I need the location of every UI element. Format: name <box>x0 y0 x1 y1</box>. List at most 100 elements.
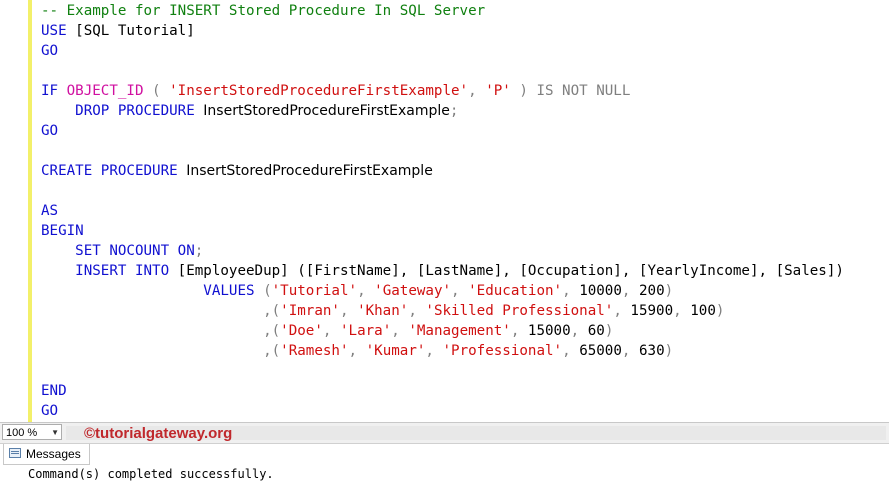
code-token: 'Lara' <box>339 323 392 339</box>
code-line[interactable]: CREATE PROCEDURE InsertStoredProcedureFi… <box>41 161 844 181</box>
code-token: , <box>570 323 588 339</box>
sql-code[interactable]: -- Example for INSERT Stored Procedure I… <box>41 1 844 421</box>
code-token: 60 <box>587 323 605 339</box>
code-token: 10000 <box>579 283 622 299</box>
code-token: , <box>391 323 409 339</box>
code-token: 'Kumar' <box>365 343 426 359</box>
code-token: ) <box>604 323 614 339</box>
code-token: BEGIN <box>41 223 84 239</box>
code-token: , <box>451 283 469 299</box>
code-token: 'Education' <box>468 283 563 299</box>
code-line[interactable]: ,('Imran', 'Khan', 'Skilled Professional… <box>41 301 844 321</box>
code-token: , <box>348 343 366 359</box>
chevron-down-icon: ▼ <box>51 428 59 437</box>
code-token: , <box>621 283 639 299</box>
zoom-value: 100 % <box>6 427 38 439</box>
code-token: 'Gateway' <box>374 283 452 299</box>
code-token: 'Khan' <box>357 303 409 319</box>
code-line[interactable]: GO <box>41 41 844 61</box>
messages-icon <box>9 448 21 458</box>
code-line[interactable]: INSERT INTO [EmployeeDup] ([FirstName], … <box>41 261 844 281</box>
code-token: VALUES <box>41 283 264 299</box>
code-token: ,( <box>41 343 281 359</box>
code-token: GO <box>41 403 59 419</box>
code-token: , <box>408 303 426 319</box>
code-line[interactable]: AS <box>41 201 844 221</box>
code-token: , <box>673 303 691 319</box>
code-token: , <box>468 83 486 99</box>
code-token: 15900 <box>630 303 674 319</box>
code-token: , <box>322 323 340 339</box>
code-line[interactable]: GO <box>41 121 844 141</box>
code-token: ; <box>449 103 459 119</box>
code-token: ( <box>263 283 272 299</box>
code-token: IF <box>41 83 67 99</box>
code-line[interactable] <box>41 61 844 81</box>
code-token: , <box>562 343 580 359</box>
code-line[interactable] <box>41 181 844 201</box>
code-token: ) <box>715 303 725 319</box>
code-token: , <box>510 323 528 339</box>
code-token: ) <box>510 83 537 99</box>
code-token: , <box>621 343 639 359</box>
tab-messages[interactable]: Messages <box>3 444 90 465</box>
watermark: ©tutorialgateway.org <box>84 425 233 442</box>
code-token: 'Tutorial' <box>271 283 358 299</box>
result-message: Command(s) completed successfully. <box>28 467 274 481</box>
tab-label: Messages <box>26 447 81 461</box>
code-token: INSERT INTO <box>41 263 178 279</box>
code-token: DROP PROCEDURE <box>41 103 204 119</box>
code-token: 65000 <box>579 343 622 359</box>
code-token: 630 <box>639 343 665 359</box>
code-token: OBJECT_ID <box>66 83 144 99</box>
code-token: [SQL Tutorial] <box>75 23 195 39</box>
code-token: 200 <box>639 283 665 299</box>
code-token: AS <box>41 203 59 219</box>
code-token: SET NOCOUNT ON <box>41 243 195 259</box>
zoom-dropdown[interactable]: 100 % ▼ <box>2 424 62 440</box>
code-line[interactable]: -- Example for INSERT Stored Procedure I… <box>41 1 844 21</box>
code-token: InsertStoredProcedureFirstExample <box>186 163 433 179</box>
code-token: CREATE PROCEDURE <box>41 163 187 179</box>
query-editor[interactable]: -- Example for INSERT Stored Procedure I… <box>0 0 889 422</box>
code-token: GO <box>41 43 59 59</box>
code-token: 'InsertStoredProcedureFirstExample' <box>169 83 469 99</box>
code-token: , <box>357 283 375 299</box>
code-token: , <box>613 303 631 319</box>
code-token: 'Doe' <box>280 323 323 339</box>
code-token: END <box>41 383 67 399</box>
code-token: IS NOT NULL <box>536 83 631 99</box>
code-token: 'Imran' <box>280 303 340 319</box>
editor-status-bar: 100 % ▼ ©tutorialgateway.org <box>0 422 889 443</box>
code-token: GO <box>41 123 59 139</box>
change-tracking-bar <box>28 0 32 422</box>
code-line[interactable]: ,('Doe', 'Lara', 'Management', 15000, 60… <box>41 321 844 341</box>
code-token: , <box>562 283 580 299</box>
code-token: 15000 <box>527 323 571 339</box>
code-token: USE <box>41 23 76 39</box>
code-line[interactable]: END <box>41 381 844 401</box>
code-token: 'Ramesh' <box>280 343 349 359</box>
code-token: 'Management' <box>408 323 511 339</box>
code-line[interactable]: VALUES ('Tutorial', 'Gateway', 'Educatio… <box>41 281 844 301</box>
code-line[interactable]: ,('Ramesh', 'Kumar', 'Professional', 650… <box>41 341 844 361</box>
results-panel: Messages Command(s) completed successful… <box>0 443 889 488</box>
code-token: InsertStoredProcedureFirstExample <box>203 103 450 119</box>
code-token: 'Professional' <box>442 343 563 359</box>
code-token: ,( <box>41 323 281 339</box>
code-token: ) <box>664 343 674 359</box>
code-line[interactable]: USE [SQL Tutorial] <box>41 21 844 41</box>
code-line[interactable]: DROP PROCEDURE InsertStoredProcedureFirs… <box>41 101 844 121</box>
code-token: , <box>339 303 358 319</box>
code-line[interactable]: IF OBJECT_ID ( 'InsertStoredProcedureFir… <box>41 81 844 101</box>
code-line[interactable] <box>41 361 844 381</box>
code-token: [EmployeeDup] ([FirstName], [LastName], … <box>177 263 844 279</box>
code-token: 'P' <box>485 83 511 99</box>
code-line[interactable]: BEGIN <box>41 221 844 241</box>
code-token: ,( <box>41 303 281 319</box>
code-line[interactable]: SET NOCOUNT ON; <box>41 241 844 261</box>
code-line[interactable] <box>41 141 844 161</box>
code-token: ) <box>664 283 674 299</box>
code-line[interactable]: GO <box>41 401 844 421</box>
code-token: , <box>425 343 443 359</box>
